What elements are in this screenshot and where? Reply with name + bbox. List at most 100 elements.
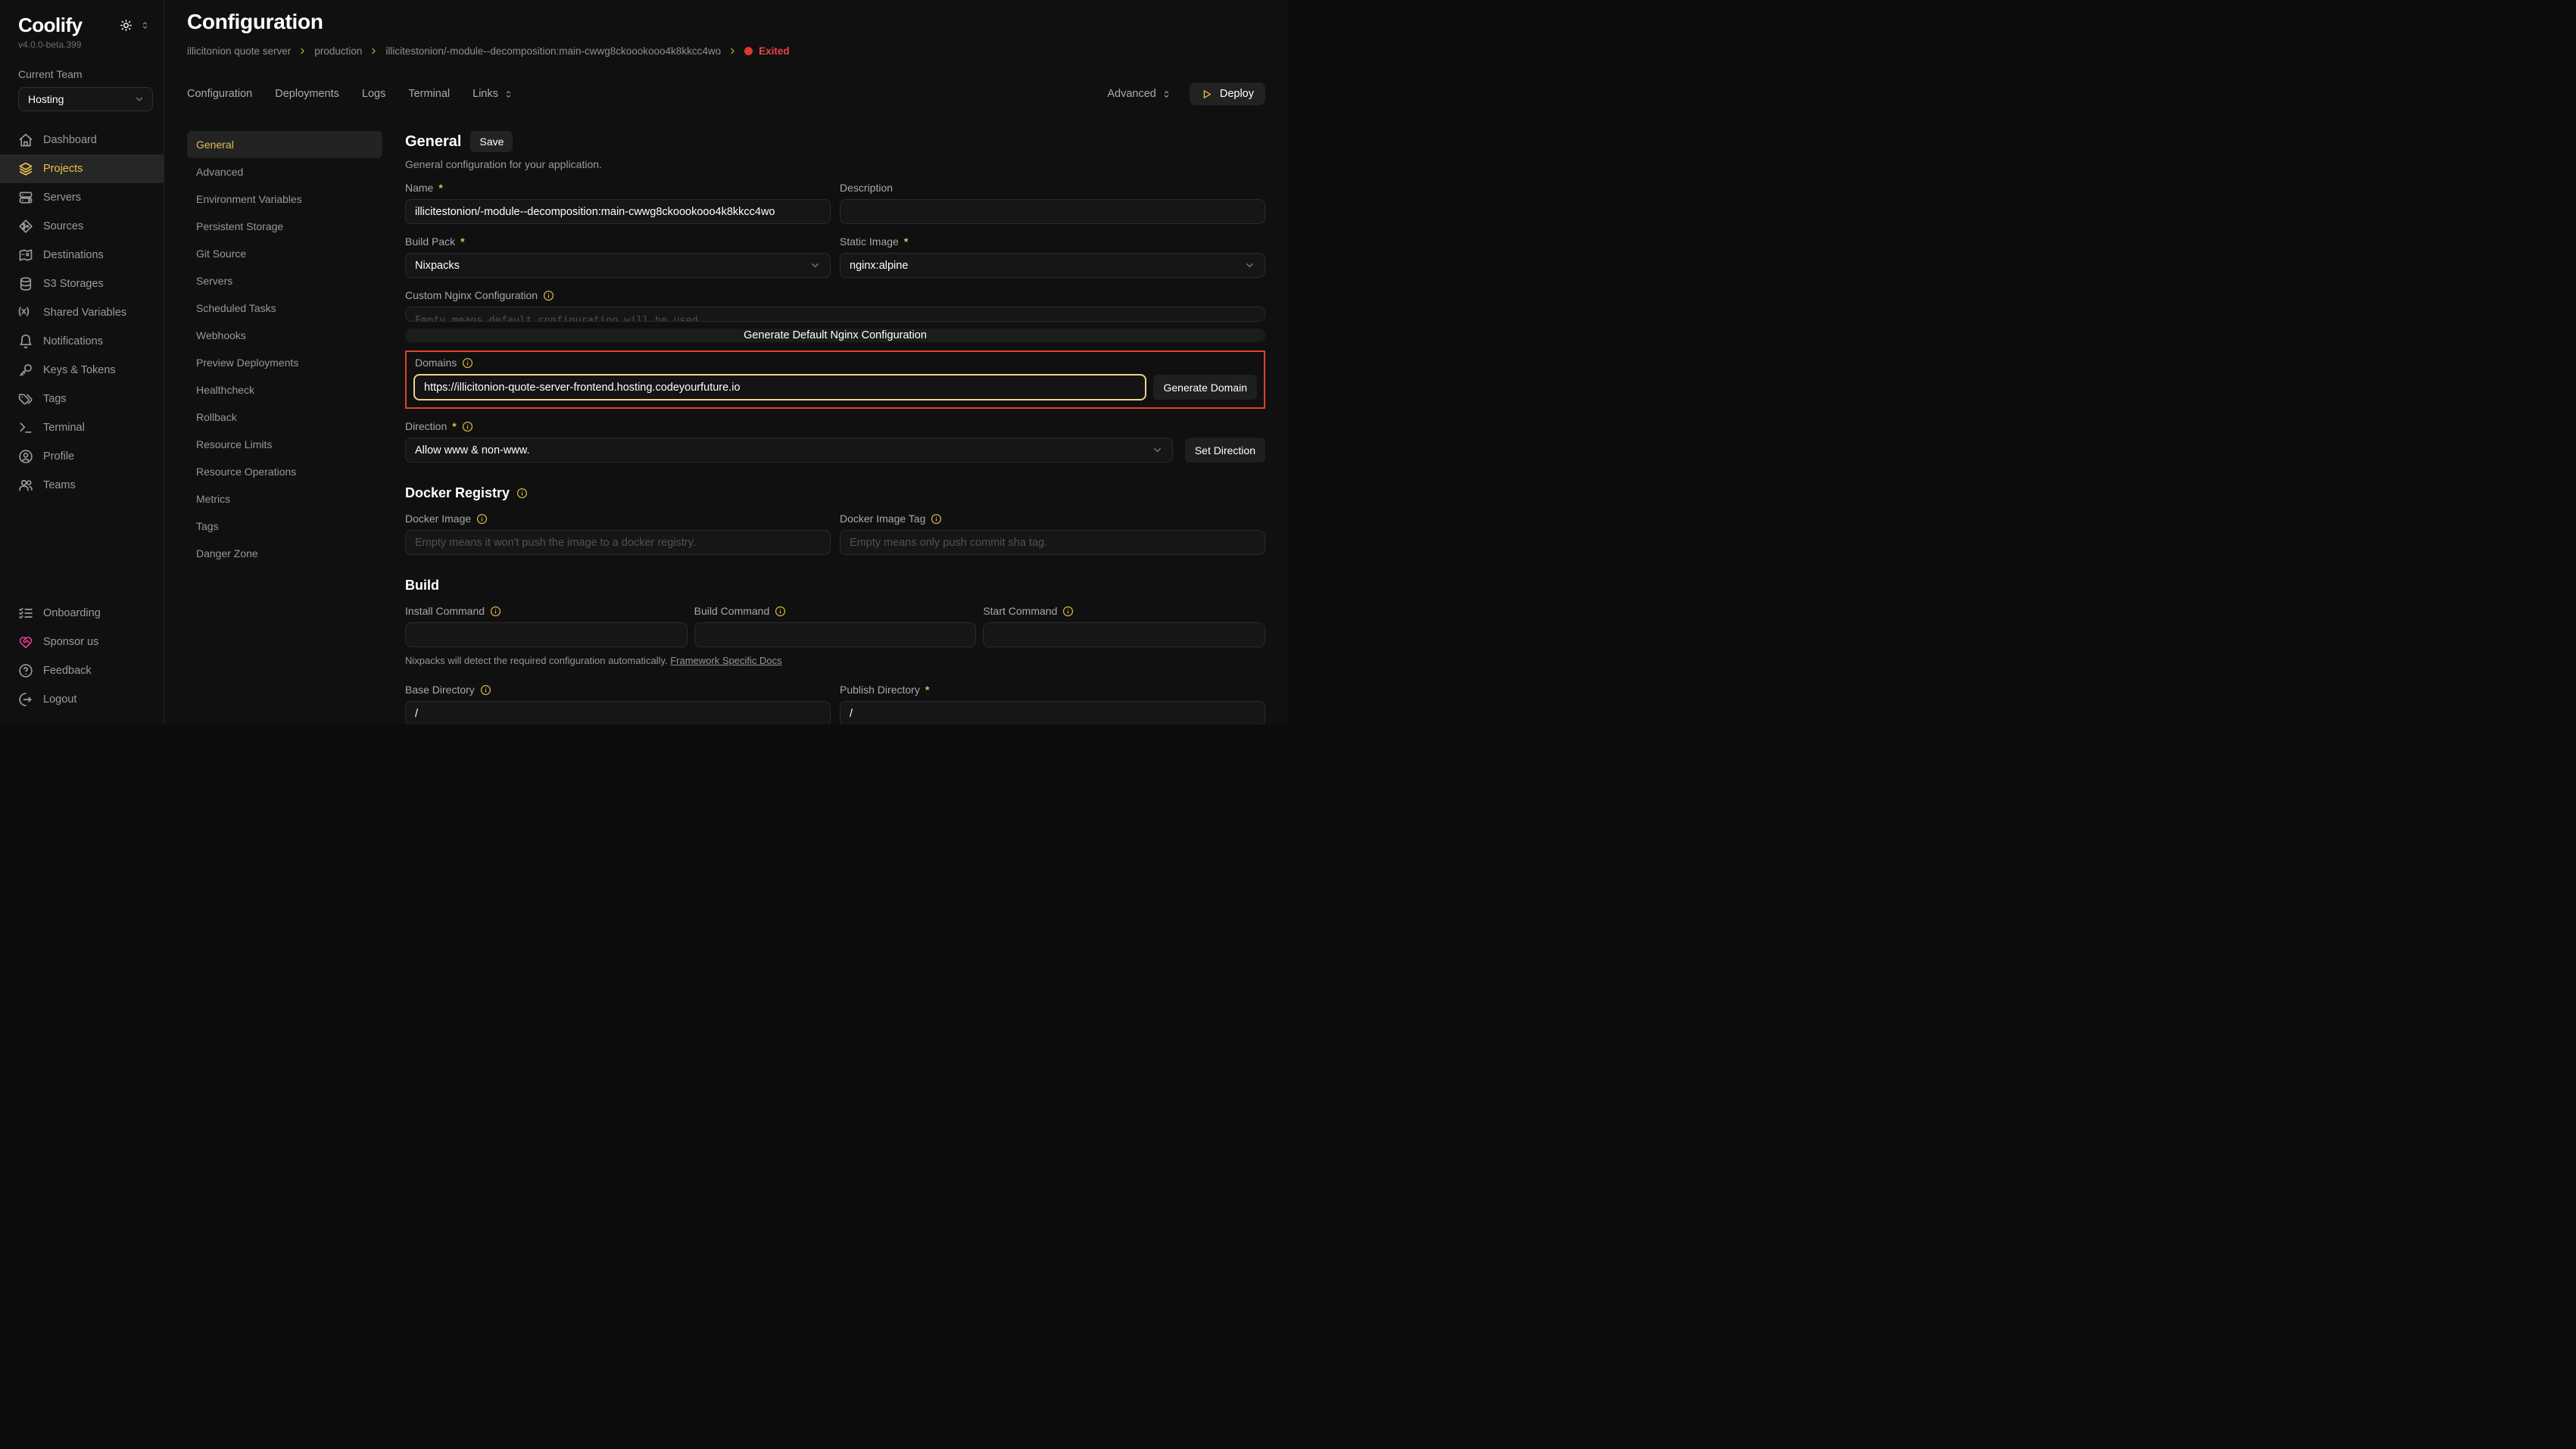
start-command-input[interactable] [983,622,1265,647]
start-command-label: Start Command [983,605,1265,617]
subnav-item[interactable]: Scheduled Tasks [187,294,382,322]
build-command-input[interactable] [694,622,977,647]
info-icon[interactable] [931,513,942,525]
sidebar-item[interactable]: Servers [0,183,164,212]
subnav-item-label: Tags [196,520,219,532]
description-input[interactable] [840,199,1265,224]
sidebar-item[interactable]: Destinations [0,241,164,270]
sidebar-footer-item-label: Logout [43,693,76,706]
theme-chevrons-up-down-icon[interactable] [140,20,150,30]
sidebar-item-icon [18,219,33,234]
generate-nginx-button[interactable]: Generate Default Nginx Configuration [405,329,1265,342]
subnav-item[interactable]: Persistent Storage [187,213,382,240]
sidebar-item[interactable]: Notifications [0,327,164,356]
sidebar-item[interactable]: Sources [0,212,164,241]
install-command-input[interactable] [405,622,688,647]
chevron-right-icon [298,46,307,56]
info-icon[interactable] [462,357,473,369]
current-team-block: Current Team Hosting [0,50,164,111]
name-label: Name * [405,182,831,194]
theme-toggle-sun-icon[interactable] [120,19,133,32]
subnav-item[interactable]: Webhooks [187,322,382,349]
subnav-item[interactable]: Metrics [187,485,382,513]
team-select[interactable]: Hosting [18,87,153,111]
sidebar-item[interactable]: Terminal [0,413,164,442]
subnav-item[interactable]: Resource Operations [187,458,382,485]
tab[interactable]: Terminal [408,88,450,100]
subnav-item-label: Rollback [196,411,237,423]
domains-input[interactable] [413,374,1146,400]
deploy-label: Deploy [1220,88,1254,100]
tab-label: Deployments [275,88,339,100]
subnav-item[interactable]: Environment Variables [187,185,382,213]
sidebar-item[interactable]: S3 Storages [0,270,164,298]
subnav-item[interactable]: General [187,131,382,158]
build-pack-select[interactable]: Nixpacks [405,253,831,278]
tab[interactable]: Deployments [275,88,339,100]
subnav-item[interactable]: Tags [187,513,382,540]
info-icon[interactable] [462,421,473,432]
subnav-item-label: Advanced [196,166,243,178]
sidebar-item[interactable]: Tags [0,385,164,413]
sidebar-item[interactable]: Dashboard [0,126,164,154]
current-team-label: Current Team [18,68,145,80]
framework-docs-link[interactable]: Framework Specific Docs [670,655,781,666]
sidebar-footer-item[interactable]: Logout [0,685,164,714]
info-icon[interactable] [480,684,491,696]
subnav-item-label: Resource Limits [196,438,272,450]
generate-domain-button[interactable]: Generate Domain [1153,375,1257,400]
publish-directory-input[interactable] [840,701,1265,724]
general-form: General Save General configuration for y… [405,131,1265,724]
static-image-select[interactable]: nginx:alpine [840,253,1265,278]
sidebar-item-icon [18,420,33,435]
info-icon[interactable] [490,606,501,617]
info-icon[interactable] [775,606,786,617]
custom-nginx-textarea[interactable] [405,307,1265,322]
info-icon[interactable] [1062,606,1074,617]
save-button[interactable]: Save [470,131,513,152]
sidebar-item[interactable]: Teams [0,471,164,500]
sidebar-footer-item[interactable]: Feedback [0,656,164,685]
set-direction-button[interactable]: Set Direction [1185,438,1265,463]
breadcrumb-item[interactable]: production [314,45,362,57]
sidebar-footer-item-label: Onboarding [43,607,101,619]
info-icon[interactable] [516,488,528,499]
name-input[interactable] [405,199,831,224]
sidebar-item-icon [18,132,33,148]
tab[interactable]: Links [472,88,513,100]
sidebar-footer-item[interactable]: Onboarding [0,599,164,628]
sidebar-item[interactable]: (x) Shared Variables [0,298,164,327]
deploy-button[interactable]: Deploy [1190,83,1265,105]
subnav-item[interactable]: Rollback [187,404,382,431]
sidebar-footer-item[interactable]: Sponsor us [0,628,164,656]
info-icon[interactable] [543,290,554,301]
subnav-item[interactable]: Git Source [187,240,382,267]
sidebar-item-icon: (x) [18,305,33,320]
subnav-item[interactable]: Healthcheck [187,376,382,404]
direction-select[interactable]: Allow www & non-www. [405,438,1173,463]
sidebar-footer-item-icon [18,634,33,650]
docker-image-tag-input[interactable] [840,530,1265,555]
status-badge: Exited [759,45,790,57]
tab[interactable]: Configuration [187,88,252,100]
subnav-item[interactable]: Servers [187,267,382,294]
docker-registry-header: Docker Registry [405,485,1265,501]
info-icon[interactable] [476,513,488,525]
subnav-item[interactable]: Resource Limits [187,431,382,458]
sidebar-item[interactable]: Profile [0,442,164,471]
start-command-block: Start Command [983,594,1265,647]
sidebar-item[interactable]: Projects [0,154,164,183]
sidebar-item-icon [18,276,33,291]
advanced-menu[interactable]: Advanced [1107,88,1171,100]
sidebar-item[interactable]: Keys & Tokens [0,356,164,385]
subnav-item[interactable]: Danger Zone [187,540,382,567]
subnav-item[interactable]: Advanced [187,158,382,185]
breadcrumb-item[interactable]: illicitestonion/-module--decomposition:m… [385,45,721,57]
docker-image-input[interactable] [405,530,831,555]
main-area: Configuration illicitonion quote server … [164,0,1288,724]
description-label: Description [840,182,1265,194]
base-directory-input[interactable] [405,701,831,724]
breadcrumb-item[interactable]: illicitonion quote server [187,45,291,57]
subnav-item[interactable]: Preview Deployments [187,349,382,376]
tab[interactable]: Logs [362,88,385,100]
